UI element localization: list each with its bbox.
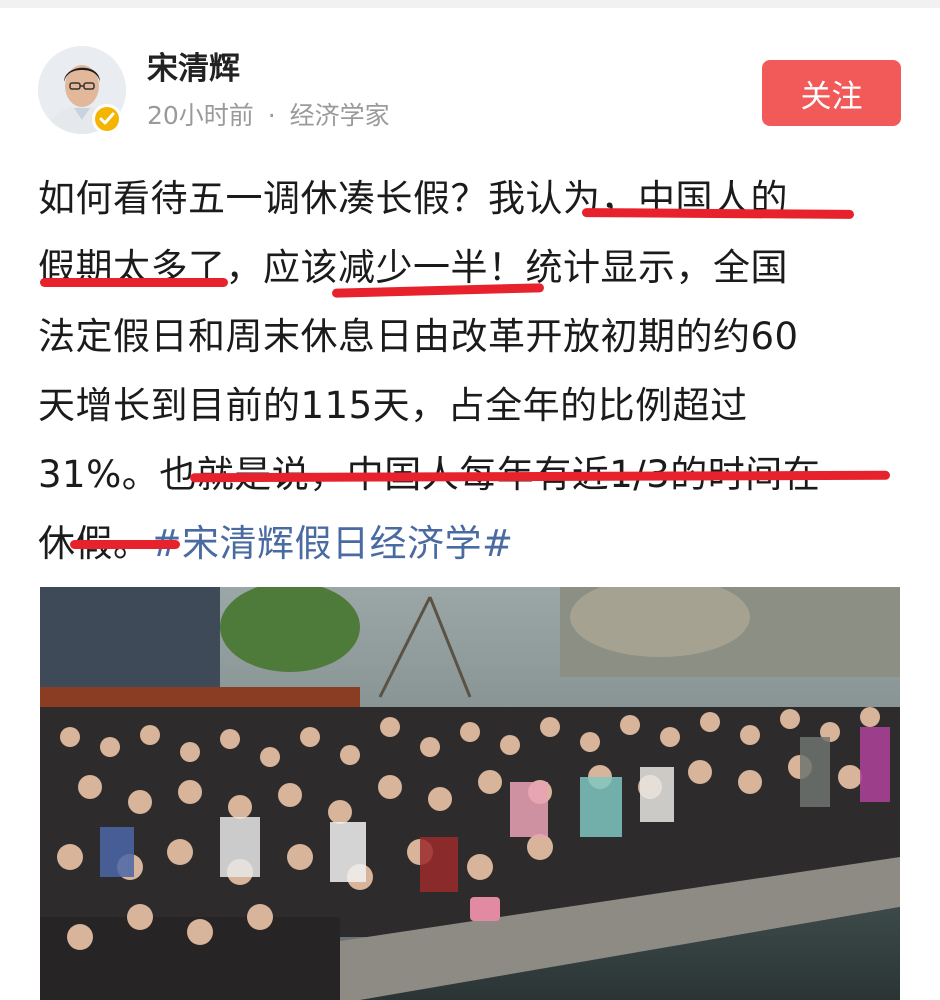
verified-badge-icon — [92, 104, 122, 134]
author-name[interactable]: 宋清辉 — [147, 50, 240, 88]
follow-button[interactable]: 关注 — [762, 60, 901, 126]
post-line: 法定假日和周末休息日由改革开放初期的约60 — [38, 315, 799, 358]
red-underline — [581, 208, 855, 219]
top-divider — [0, 0, 940, 8]
post-meta: 20小时前 · 经济学家 — [147, 99, 390, 133]
post-time: 20小时前 — [147, 101, 254, 130]
red-underline — [70, 540, 180, 549]
post-line: 如何看待五一调休凑长假？我认为，中国人的 — [38, 177, 788, 220]
hashtag-link[interactable]: #宋清辉假日经济学# — [151, 522, 514, 565]
post-line: 天增长到目前的115天，占全年的比例超过 — [38, 384, 748, 427]
author-title: 经济学家 — [289, 101, 390, 130]
post-photo[interactable] — [40, 587, 900, 1000]
post-body: 如何看待五一调休凑长假？我认为，中国人的 假期太多了，应该减少一半！统计显示，全… — [38, 164, 913, 578]
meta-separator: · — [267, 101, 276, 130]
crowd-photo-illustration — [40, 587, 900, 1000]
red-underline — [40, 278, 228, 287]
